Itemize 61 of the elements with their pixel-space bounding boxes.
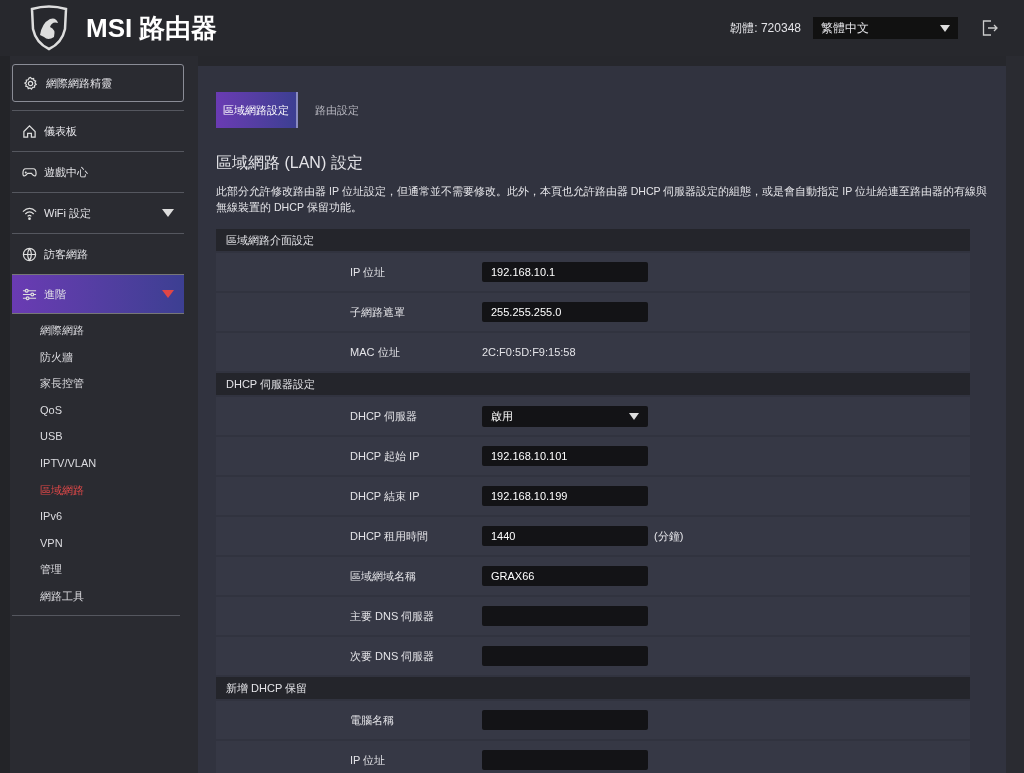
input-field[interactable] xyxy=(482,646,648,666)
language-select[interactable]: 繁體中文 xyxy=(813,17,958,39)
caret-icon xyxy=(629,412,639,420)
section-header: 區域網路介面設定 xyxy=(216,229,970,251)
globe-icon xyxy=(22,246,37,262)
field-label: DHCP 結束 IP xyxy=(350,488,421,504)
logout-icon[interactable] xyxy=(982,20,998,36)
gear-icon xyxy=(23,75,38,91)
field-label: DHCP 租用時間 xyxy=(350,528,430,544)
input-field[interactable] xyxy=(482,606,648,626)
page-description: 此部分允許修改路由器 IP 位址設定，但通常並不需要修改。此外，本頁也允許路由器 DHCP 伺服器設定的組態，或是會自動指定 IP 位址給連至路由器的有線與無線裝置的 DHCP 保留功能。 xyxy=(216,184,989,215)
submenu-item[interactable]: QoS xyxy=(12,396,184,424)
sliders-icon xyxy=(22,286,37,302)
field-label: 主要 DNS 伺服器 xyxy=(350,608,436,624)
shield-logo-icon xyxy=(28,5,70,51)
input-field[interactable]: 192.168.10.1 xyxy=(482,262,648,282)
submenu-item[interactable]: USB xyxy=(12,423,184,450)
field-label: DHCP 伺服器 xyxy=(350,408,419,424)
submenu-item[interactable]: VPN xyxy=(12,529,184,557)
input-field[interactable]: 192.168.10.199 xyxy=(482,486,648,506)
tab[interactable]: 路由設定 xyxy=(308,92,366,128)
input-field[interactable]: 192.168.10.101 xyxy=(482,446,648,466)
sidebar-item[interactable]: WiFi 設定 xyxy=(12,193,184,233)
firmware-version: 韌體: 720348 xyxy=(730,20,801,37)
field-label: IP 位址 xyxy=(350,752,387,768)
select-field[interactable]: 啟用 xyxy=(482,405,648,427)
section-header: DHCP 伺服器設定 xyxy=(216,373,970,395)
field-label: DHCP 起始 IP xyxy=(350,448,421,464)
submenu-item[interactable]: 防火牆 xyxy=(12,343,184,371)
field-label: 次要 DNS 伺服器 xyxy=(350,648,436,664)
tab[interactable]: 區域網路設定 xyxy=(216,92,298,128)
brand-title: MSI 路由器 xyxy=(86,11,218,45)
submenu-item[interactable]: 網路工具 xyxy=(12,582,184,610)
submenu-item[interactable]: IPv6 xyxy=(12,503,184,530)
field-label: 電腦名稱 xyxy=(350,712,395,728)
sidebar-item[interactable]: 進階 xyxy=(12,274,184,314)
submenu-item[interactable]: IPTV/VLAN xyxy=(12,449,184,477)
input-field[interactable]: 255.255.255.0 xyxy=(482,302,648,322)
submenu-item[interactable]: 管理 xyxy=(12,556,184,583)
input-field[interactable] xyxy=(482,750,648,770)
sidebar-item[interactable]: 儀表板 xyxy=(12,111,184,151)
input-field[interactable] xyxy=(482,710,648,730)
submenu-item[interactable]: 區域網路 xyxy=(12,476,184,504)
section-header: 新增 DHCP 保留 xyxy=(216,677,970,699)
field-value: 2C:F0:5D:F9:15:58 xyxy=(482,344,576,360)
unit-label: (分鐘) xyxy=(654,528,684,544)
field-label: IP 位址 xyxy=(350,264,387,280)
input-field[interactable]: GRAX66 xyxy=(482,566,648,586)
sidebar-item[interactable]: 遊戲中心 xyxy=(12,152,184,192)
input-field[interactable]: 1440 xyxy=(482,526,648,546)
sidebar-item[interactable]: 訪客網路 xyxy=(12,234,184,274)
caret-icon xyxy=(940,24,950,32)
submenu-item[interactable]: 網際網路 xyxy=(12,317,184,344)
page-title: 區域網路 (LAN) 設定 xyxy=(216,153,364,173)
submenu-item[interactable]: 家長控管 xyxy=(12,370,184,397)
field-label: 區域網域名稱 xyxy=(350,568,417,584)
field-label: 子網路遮罩 xyxy=(350,304,406,320)
home-icon xyxy=(22,123,37,139)
wifi-icon xyxy=(22,205,37,221)
wizard-button[interactable]: 網際網路精靈 xyxy=(12,64,184,102)
field-label: MAC 位址 xyxy=(350,344,401,360)
